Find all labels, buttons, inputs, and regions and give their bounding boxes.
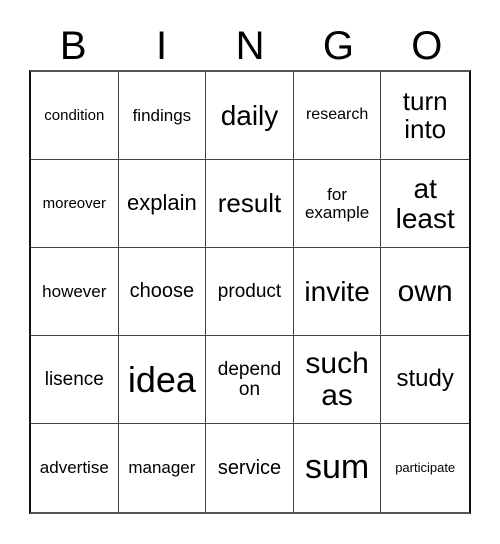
bingo-header-letter-o: O — [411, 24, 443, 68]
bingo-header-letter-i: I — [156, 24, 168, 68]
bingo-cell-label: condition — [44, 106, 105, 124]
bingo-cell[interactable]: invite — [293, 248, 382, 336]
bingo-cell[interactable]: advertise — [31, 424, 119, 512]
bingo-cell-label: product — [217, 280, 282, 302]
bingo-cell[interactable]: sum — [293, 424, 382, 512]
bingo-cell-label: at least — [395, 173, 455, 234]
bingo-cell[interactable]: lisence — [31, 336, 119, 424]
bingo-cell-label: moreover — [42, 194, 106, 212]
bingo-card: B I N G O condition findings daily research turn… — [0, 0, 500, 544]
bingo-cell-label: for example — [304, 184, 370, 222]
bingo-cell-label: findings — [132, 105, 192, 125]
bingo-cell-label: turn into — [402, 86, 448, 144]
bingo-cell[interactable]: participate — [381, 424, 469, 512]
bingo-cell-label: participate — [395, 460, 456, 476]
bingo-cell[interactable]: such as — [293, 336, 382, 424]
bingo-cell-label: lisence — [44, 368, 104, 390]
bingo-cell-label: depend on — [217, 358, 282, 400]
bingo-cell[interactable]: service — [206, 424, 294, 512]
bingo-cell-label: such as — [305, 347, 369, 412]
bingo-cell-label: sum — [304, 448, 370, 487]
bingo-cell-label: idea — [127, 358, 196, 400]
bingo-cell[interactable]: moreover — [31, 160, 119, 248]
bingo-cell[interactable]: for example — [293, 160, 382, 248]
bingo-header-letter-b: B — [59, 24, 87, 68]
bingo-cell-label: result — [217, 187, 282, 218]
bingo-cell[interactable]: daily — [206, 72, 294, 160]
bingo-cell[interactable]: turn into — [381, 72, 469, 160]
bingo-header-letter-n: N — [235, 24, 265, 68]
bingo-cell[interactable]: idea — [118, 336, 207, 424]
bingo-cell[interactable]: at least — [381, 160, 469, 248]
bingo-header-letter-g: G — [322, 24, 354, 68]
bingo-cell[interactable]: result — [206, 160, 294, 248]
bingo-header-row: BINGO — [29, 22, 471, 70]
bingo-cell[interactable]: own — [381, 248, 469, 336]
bingo-cell[interactable]: depend on — [206, 336, 294, 424]
bingo-cell[interactable]: manager — [118, 424, 207, 512]
bingo-cell-label: study — [396, 365, 454, 393]
bingo-cell[interactable]: choose — [118, 248, 207, 336]
bingo-cell-label: advertise — [39, 458, 109, 478]
bingo-cell[interactable]: research — [293, 72, 382, 160]
bingo-cell[interactable]: condition — [31, 72, 119, 160]
bingo-cell[interactable]: however — [31, 248, 119, 336]
bingo-cell-label: however — [42, 281, 107, 301]
bingo-cell-label: service — [217, 456, 282, 479]
bingo-cell-label: choose — [129, 280, 195, 303]
bingo-cell-label: invite — [304, 275, 370, 307]
bingo-cell-label: explain — [127, 190, 197, 216]
bingo-cell-label: daily — [220, 99, 279, 131]
bingo-cell-label: research — [305, 106, 369, 124]
bingo-grid: condition findings daily research turn into m… — [29, 70, 471, 514]
bingo-cell[interactable]: findings — [118, 72, 207, 160]
bingo-cell[interactable]: study — [381, 336, 469, 424]
bingo-cell[interactable]: product — [206, 248, 294, 336]
bingo-cell-label: own — [397, 274, 453, 308]
bingo-cell[interactable]: explain — [118, 160, 207, 248]
bingo-cell-label: manager — [128, 458, 196, 478]
